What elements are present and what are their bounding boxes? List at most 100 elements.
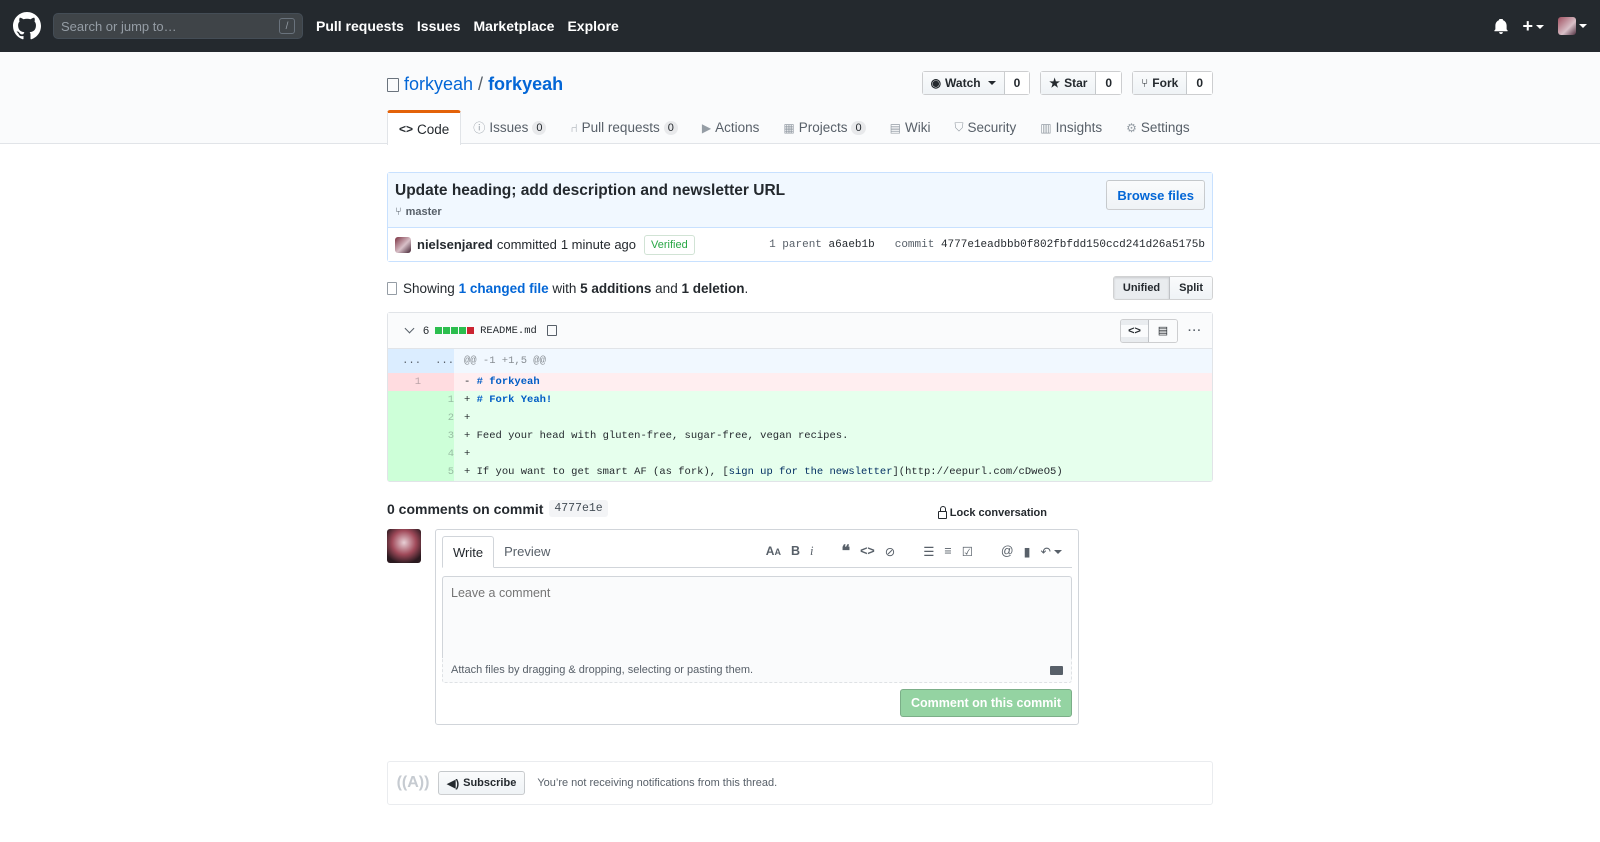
old-line-number[interactable] [388, 463, 421, 481]
ordered-list-icon[interactable]: ≡ [944, 544, 951, 558]
new-line-number[interactable]: 3 [421, 427, 454, 445]
markdown-heading-text: # forkyeah [476, 376, 540, 388]
parent-sha-link[interactable]: a6aeb1b [829, 239, 875, 251]
tab-projects[interactable]: ▦ Projects 0 [771, 110, 877, 144]
tab-issues[interactable]: ⓘ Issues 0 [461, 110, 558, 144]
code-icon: <> [399, 122, 414, 136]
repo-owner-link[interactable]: forkyeah [404, 74, 473, 95]
star-count[interactable]: 0 [1096, 72, 1122, 94]
tab-preview[interactable]: Preview [494, 535, 560, 567]
old-line-number[interactable]: 1 [388, 373, 421, 391]
search-input[interactable]: Search or jump to… / [53, 13, 303, 39]
global-header: Search or jump to… / Pull requests Issue… [0, 0, 1600, 52]
new-line-number[interactable]: 4 [421, 445, 454, 463]
fork-count[interactable]: 0 [1187, 72, 1212, 94]
tab-label: Code [417, 121, 450, 137]
github-logo-icon[interactable] [13, 12, 41, 40]
diff-code-line: + [454, 445, 1212, 463]
file-diff-icon[interactable] [387, 281, 397, 295]
code-icon[interactable]: <> [860, 544, 875, 558]
quote-icon[interactable]: ❝ [841, 541, 850, 561]
unified-button[interactable]: Unified [1113, 277, 1171, 299]
kebab-horizontal-icon[interactable]: ··· [1188, 325, 1202, 337]
create-new-menu[interactable]: + [1522, 16, 1544, 37]
nav-marketplace[interactable]: Marketplace [474, 18, 555, 34]
link-icon[interactable]: ⊘ [885, 544, 895, 559]
diff-table: ... ... @@ -1 +1,5 @@ 1- # forkyeah 1 + # … [388, 349, 1212, 481]
markdown-icon[interactable] [1050, 665, 1063, 675]
avatar[interactable] [395, 236, 411, 253]
commit-box: Update heading; add description and news… [387, 172, 1213, 262]
new-line-number[interactable]: 2 [421, 409, 454, 427]
rich-view-button[interactable]: ▤ [1149, 319, 1177, 342]
user-menu[interactable] [1558, 17, 1587, 35]
diff-view-toggle: Unified Split [1112, 276, 1213, 300]
fork-icon: ⑂ [1141, 76, 1149, 90]
nav-pull-requests[interactable]: Pull requests [316, 18, 404, 34]
chevron-down-icon[interactable] [404, 323, 415, 334]
reply-icon[interactable]: ↶ [1041, 544, 1062, 559]
expand-up-cell[interactable]: ... [388, 349, 421, 373]
unordered-list-icon[interactable]: ☰ [923, 544, 934, 559]
code-view-button[interactable]: <> [1121, 319, 1149, 342]
fork-button[interactable]: ⑂ Fork 0 [1132, 71, 1213, 95]
new-line-number[interactable]: 5 [421, 463, 454, 481]
file-diff: 6 README.md <> ▤ ··· ... ... @@ -1 +1,5 … [387, 312, 1213, 482]
diff-sign: + [464, 430, 471, 442]
tab-write[interactable]: Write [442, 536, 495, 568]
repo-name-link[interactable]: forkyeah [488, 74, 563, 95]
old-line-number[interactable] [388, 409, 421, 427]
browse-files-button[interactable]: Browse files [1106, 180, 1205, 210]
repo-icon [387, 77, 399, 92]
subscribe-button[interactable]: ◀) Subscribe [438, 771, 526, 795]
tab-code[interactable]: <> Code [387, 110, 462, 145]
split-button[interactable]: Split [1170, 277, 1212, 299]
tab-settings[interactable]: ⚙ Settings [1114, 110, 1202, 144]
avatar[interactable] [387, 529, 421, 563]
diff-addition-row: 4 + [388, 445, 1212, 463]
mention-icon[interactable]: @ [1001, 544, 1014, 558]
bell-icon[interactable] [1494, 18, 1509, 34]
comments-count: 0 comments on commit [387, 500, 544, 517]
italic-icon[interactable]: i [810, 544, 813, 559]
author-link[interactable]: nielsenjared [417, 237, 493, 252]
branch-link[interactable]: master [406, 206, 442, 218]
star-icon: ★ [1049, 76, 1061, 90]
bold-icon[interactable]: B [791, 544, 800, 558]
tab-wiki[interactable]: ▤ Wiki [878, 110, 943, 144]
star-button[interactable]: ★ Star 0 [1040, 71, 1123, 95]
tab-actions[interactable]: ▶ Actions [690, 110, 772, 144]
repo-title-separator: / [478, 74, 484, 94]
old-line-number[interactable] [388, 445, 421, 463]
changed-files-link[interactable]: 1 changed file [459, 281, 549, 296]
clipboard-icon[interactable] [546, 325, 557, 336]
lock-conversation-button[interactable]: Lock conversation [937, 506, 1047, 519]
tab-pull-requests[interactable]: ⑁ Pull requests 0 [558, 110, 689, 144]
heading-icon[interactable]: AA [766, 544, 781, 558]
task-list-icon[interactable]: ☑ [962, 544, 973, 559]
watch-count[interactable]: 0 [1004, 72, 1030, 94]
comment-submit-button[interactable]: Comment on this commit [899, 689, 1072, 717]
comment-composer: Write Preview AA B i ❝ <> ⊘ ☰ ≡ ☑ @ ▮ ↶ … [387, 529, 1213, 725]
tab-insights[interactable]: ▥ Insights [1028, 110, 1114, 144]
avatar [1558, 17, 1576, 35]
old-line-number[interactable] [388, 391, 421, 409]
bookmark-icon[interactable]: ▮ [1024, 544, 1031, 559]
verified-badge[interactable]: Verified [644, 234, 695, 255]
filename[interactable]: README.md [480, 325, 537, 337]
additions-count: 5 additions [580, 280, 652, 296]
tab-label: Insights [1055, 120, 1103, 135]
comment-textarea[interactable] [442, 576, 1072, 658]
commit-meta: nielsenjared committed 1 minute ago Veri… [388, 227, 1212, 261]
file-attachment-area[interactable]: Attach files by dragging & dropping, sel… [442, 657, 1072, 683]
expand-down-cell[interactable]: ... [421, 349, 454, 373]
new-line-number[interactable] [421, 373, 454, 391]
nav-explore[interactable]: Explore [567, 18, 618, 34]
new-line-number[interactable]: 1 [421, 391, 454, 409]
watch-button[interactable]: ◉ Watch 0 [921, 71, 1031, 95]
nav-issues[interactable]: Issues [417, 18, 461, 34]
old-line-number[interactable] [388, 427, 421, 445]
tab-security[interactable]: ⛉ Security [942, 110, 1028, 144]
pr-icon: ⑁ [570, 120, 578, 135]
diffstat-addition-block [443, 327, 451, 334]
